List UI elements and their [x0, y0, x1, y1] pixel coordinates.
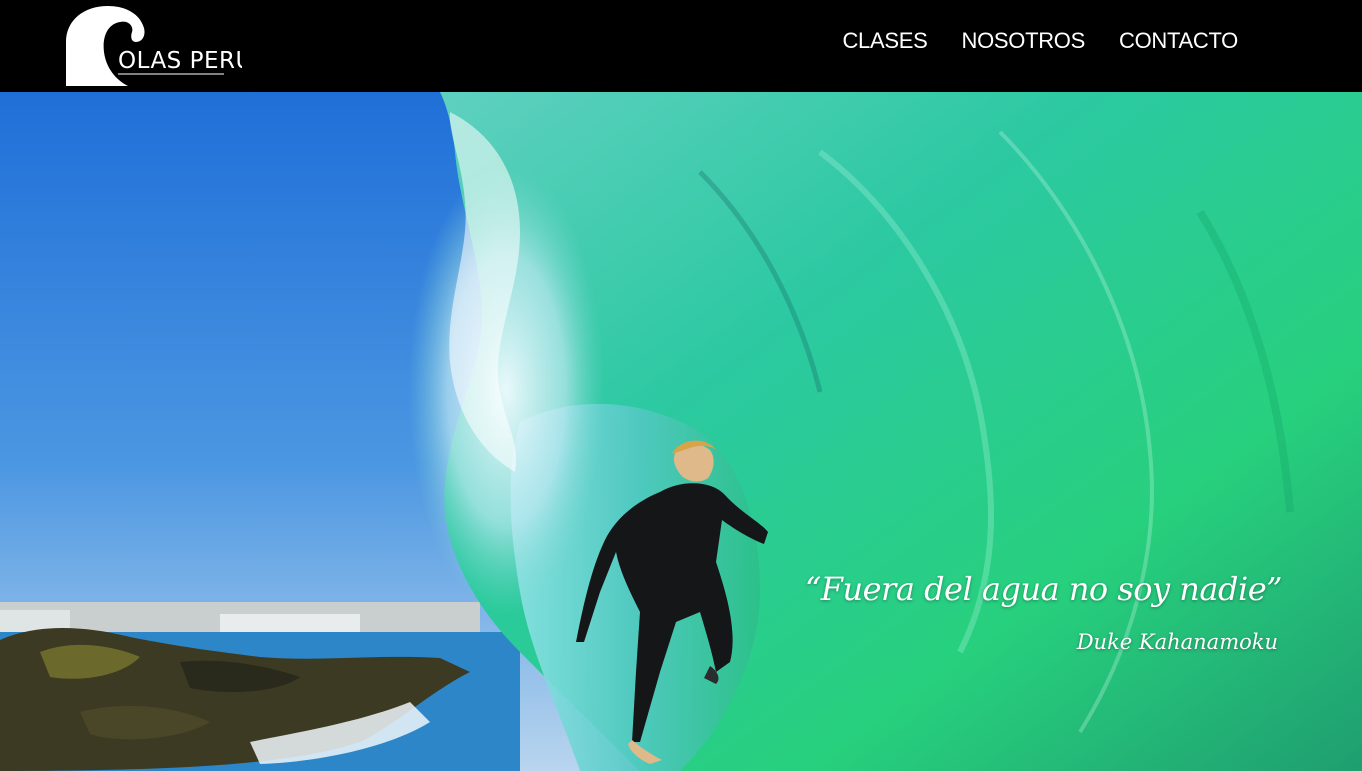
main-nav: CLASES NOSOTROS CONTACTO: [842, 28, 1238, 54]
nav-item-contacto[interactable]: CONTACTO: [1119, 28, 1238, 54]
hero-surf-image: [0, 92, 1362, 771]
hero-quote: “Fuera del agua no soy nadie” Duke Kahan…: [804, 570, 1283, 654]
quote-text: “Fuera del agua no soy nadie”: [804, 570, 1283, 608]
quote-author: Duke Kahanamoku: [1076, 630, 1278, 654]
wave-icon: OLAS PERU: [66, 6, 252, 86]
hero-banner: “Fuera del agua no soy nadie” Duke Kahan…: [0, 92, 1362, 771]
brand-name: OLAS PERU: [118, 48, 242, 74]
navbar: OLAS PERU CLASES NOSOTROS CONTACTO: [0, 0, 1362, 92]
brand-logo[interactable]: OLAS PERU: [62, 2, 252, 90]
nav-item-nosotros[interactable]: NOSOTROS: [961, 28, 1085, 54]
nav-item-clases[interactable]: CLASES: [842, 28, 927, 54]
